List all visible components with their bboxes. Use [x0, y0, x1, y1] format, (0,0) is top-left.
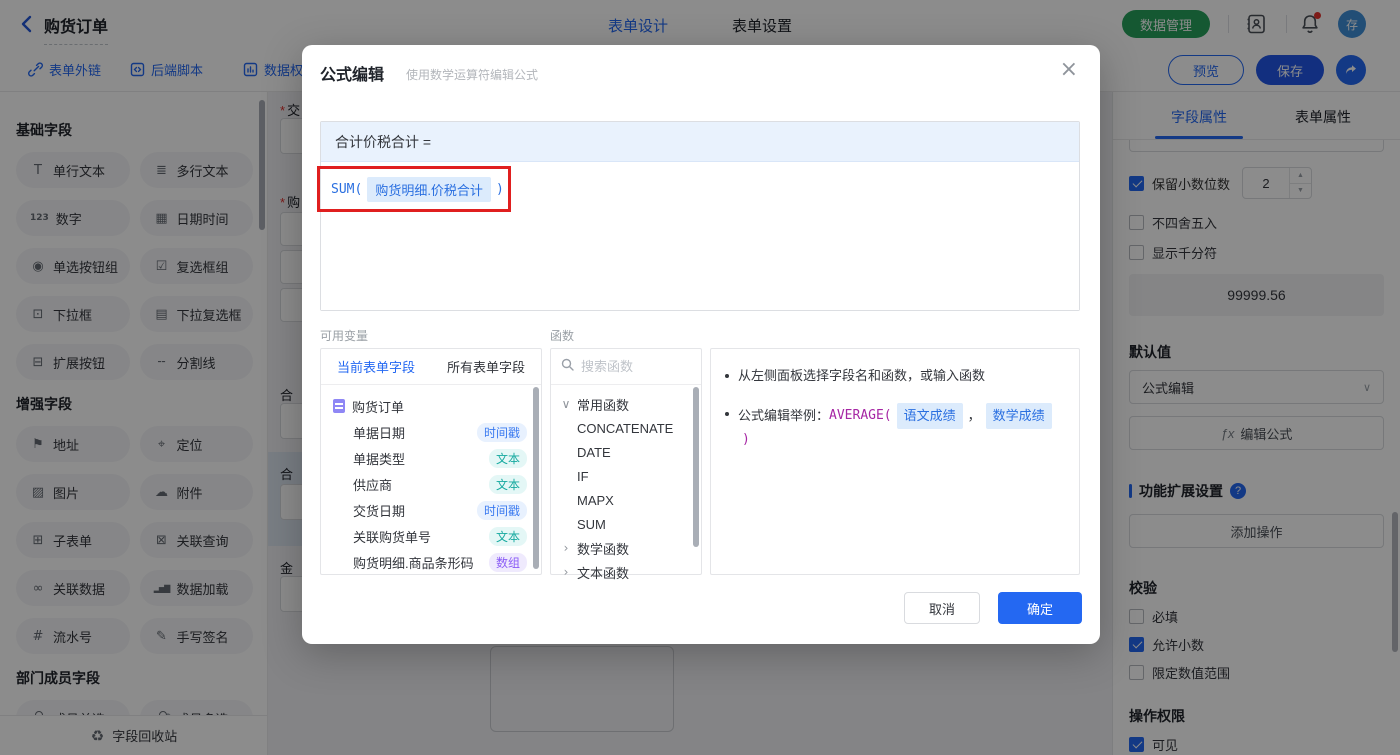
- formula-editor-modal: 公式编辑 使用数学运算符编辑公式 × 合计价税合计 = SUM( 购货明细.价税…: [302, 45, 1100, 644]
- function-item[interactable]: MAPX: [551, 488, 701, 512]
- cancel-button[interactable]: 取消: [904, 592, 980, 624]
- formula-editor-box: 合计价税合计 = SUM( 购货明细.价税合计 ): [317, 121, 1080, 311]
- function-search[interactable]: [551, 349, 701, 385]
- bullet-dot: [725, 374, 729, 378]
- search-icon: [561, 358, 574, 376]
- formula-expression: SUM( 购货明细.价税合计 ): [331, 177, 504, 202]
- variables-root-node[interactable]: 购货订单: [321, 393, 541, 419]
- document-icon: [333, 399, 345, 413]
- formula-input-area[interactable]: SUM( 购货明细.价税合计 ): [317, 162, 1079, 310]
- variable-row[interactable]: 供应商 文本: [321, 471, 541, 497]
- confirm-button[interactable]: 确定: [998, 592, 1082, 624]
- example-function: AVERAGE(: [829, 408, 892, 423]
- function-group-math[interactable]: › 数学函数: [551, 536, 701, 560]
- help-panel: 从左侧面板选择字段名和函数，或输入函数 公式编辑举例： AVERAGE( 语文成…: [710, 348, 1080, 575]
- function-item[interactable]: SUM: [551, 512, 701, 536]
- tab-current-form-fields[interactable]: 当前表单字段: [321, 357, 431, 376]
- function-item[interactable]: CONCATENATE: [551, 416, 701, 440]
- chevron-down-icon: ∨: [561, 397, 571, 411]
- type-badge: 文本: [488, 526, 527, 546]
- variable-row[interactable]: 交货日期 时间戳: [321, 497, 541, 523]
- variable-row[interactable]: 单据日期 时间戳: [321, 419, 541, 445]
- close-icon[interactable]: ×: [1060, 57, 1078, 82]
- variables-scrollbar[interactable]: [533, 387, 539, 569]
- tab-all-form-fields[interactable]: 所有表单字段: [431, 357, 541, 376]
- formula-field-chip[interactable]: 购货明细.价税合计: [367, 177, 491, 202]
- app-window: 购货订单 表单设计 表单设置 数据管理 存 表单外链 后端脚本 数据权限 预览 …: [0, 0, 1400, 755]
- search-input[interactable]: [581, 359, 681, 374]
- example-close-paren: ): [742, 432, 750, 447]
- example-field-chip: 数学成绩: [985, 403, 1052, 429]
- chevron-right-icon: ›: [563, 541, 569, 555]
- modal-subtitle: 使用数学运算符编辑公式: [406, 68, 539, 82]
- formula-function: SUM(: [331, 182, 363, 197]
- type-badge: 文本: [488, 474, 527, 494]
- variable-row[interactable]: 关联购货单号 文本: [321, 523, 541, 549]
- chevron-right-icon: ›: [563, 565, 569, 579]
- type-badge: 文本: [488, 448, 527, 468]
- type-badge: 时间戳: [476, 422, 527, 442]
- variables-caption: 可用变量: [320, 329, 369, 343]
- function-group-common[interactable]: ∨ 常用函数: [551, 392, 701, 416]
- variable-row[interactable]: 单据类型 文本: [321, 445, 541, 471]
- functions-panel: ∨常用函数 CONCATENATE DATE IF MAPX SUM ›数学函数…: [550, 348, 702, 581]
- variable-row[interactable]: 购货明细.商品条形码 数组: [321, 549, 541, 575]
- help-line-2: 公式编辑举例： AVERAGE( 语文成绩 ， 数学成绩 ): [711, 403, 1079, 451]
- type-badge: 时间戳: [476, 500, 527, 520]
- help-line-1: 从左侧面板选择字段名和函数，或输入函数: [711, 365, 1079, 387]
- example-comma: ，: [967, 408, 981, 423]
- function-item[interactable]: IF: [551, 464, 701, 488]
- variables-panel: 当前表单字段 所有表单字段 购货订单 单据日期 时间戳 单据类型 文本 供应商 文本 …: [320, 348, 542, 575]
- functions-scrollbar[interactable]: [693, 387, 699, 547]
- example-field-chip: 语文成绩: [896, 403, 963, 429]
- type-badge: 数组: [488, 552, 527, 572]
- modal-title: 公式编辑: [320, 67, 385, 84]
- functions-caption: 函数: [550, 329, 575, 343]
- formula-target: 合计价税合计 =: [321, 122, 1079, 162]
- formula-close-paren: ): [495, 182, 504, 197]
- function-group-text[interactable]: › 文本函数: [551, 560, 701, 584]
- function-item[interactable]: DATE: [551, 440, 701, 464]
- bullet-dot: [725, 412, 729, 416]
